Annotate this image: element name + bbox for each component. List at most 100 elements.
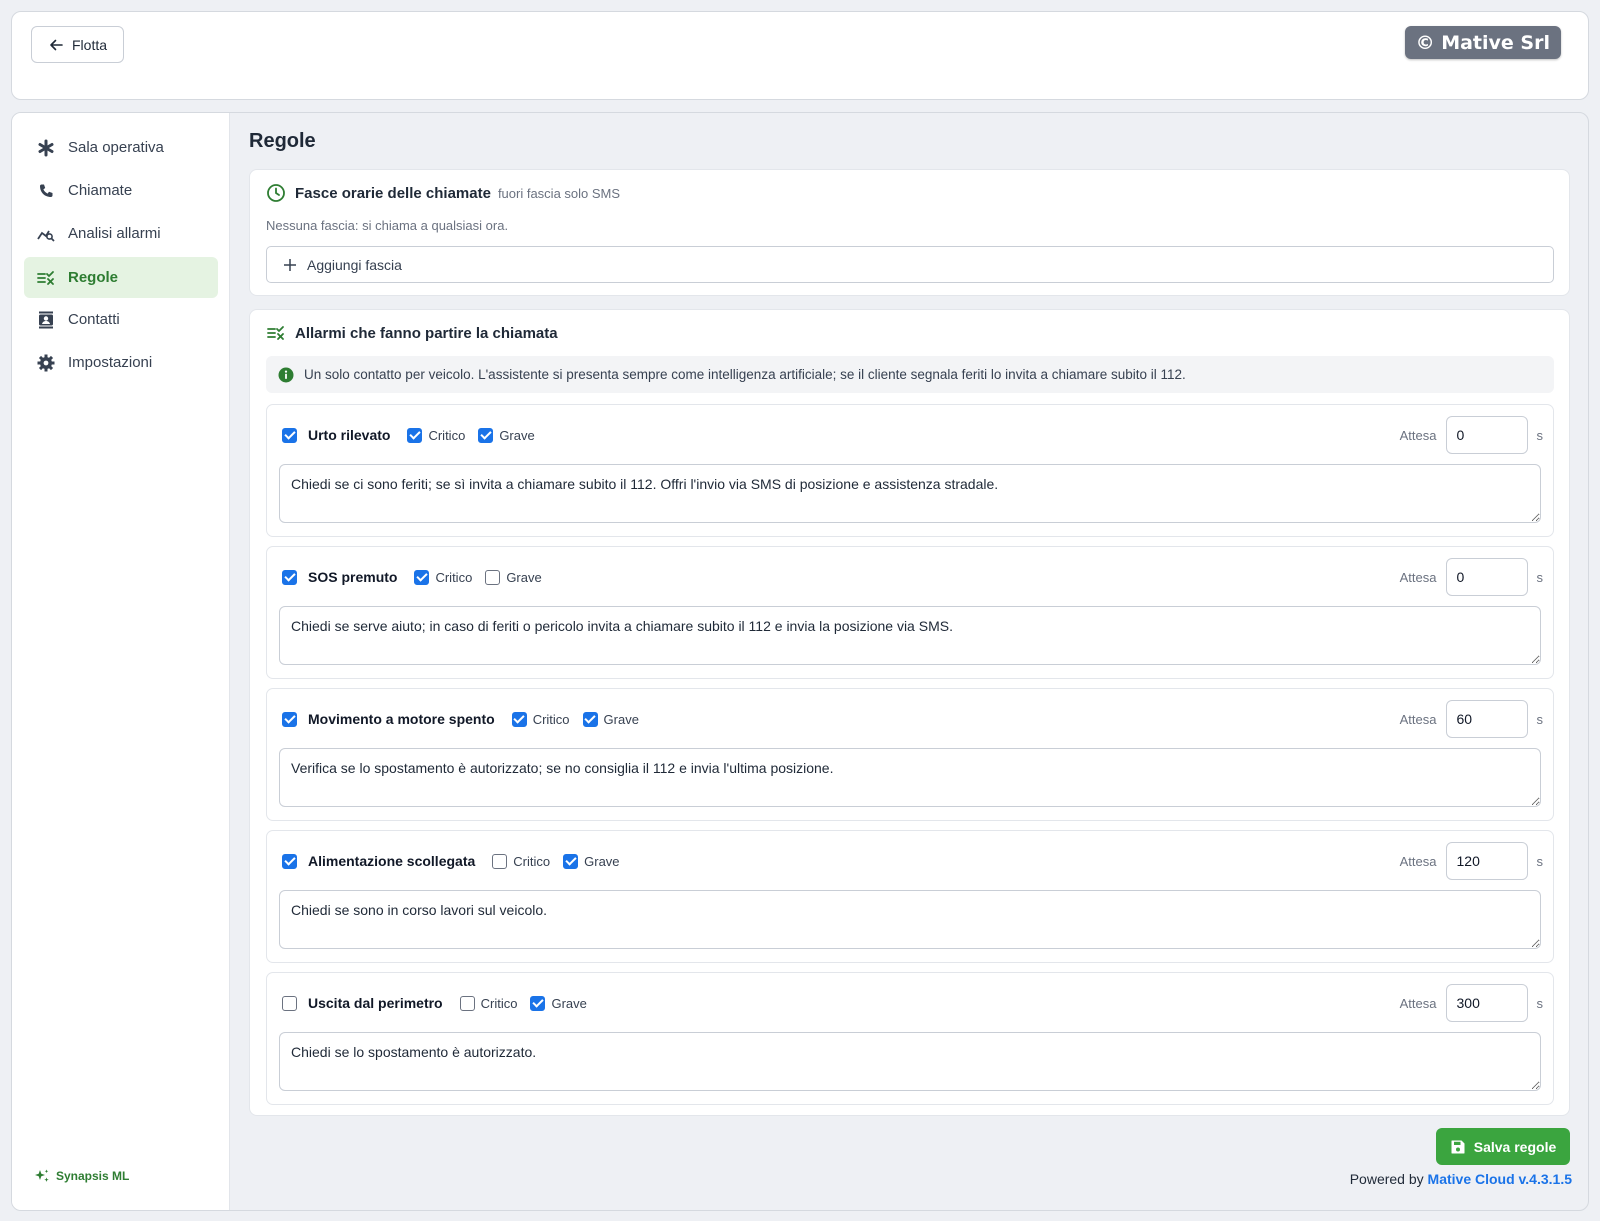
severe-option[interactable]: Grave <box>563 853 620 869</box>
critical-option-checkbox[interactable] <box>459 995 475 1011</box>
severe-option-checkbox[interactable] <box>478 427 494 443</box>
rule-enabled-checkbox[interactable] <box>282 711 297 727</box>
brand-label: Synapsis ML <box>56 1169 130 1183</box>
rule-enabled-checkbox[interactable] <box>282 995 297 1011</box>
alarm-rule-header: Urto rilevato Critico Grave <box>282 417 548 453</box>
alarm-rule-header: Uscita dal perimetro Critico Grave <box>282 985 600 1021</box>
severe-option-label: Grave <box>551 995 587 1011</box>
rule-instructions-textarea[interactable]: Chiedi se serve aiuto; in caso di feriti… <box>279 606 1541 665</box>
critical-option[interactable]: Critico <box>511 711 570 727</box>
rule-name: Alimentazione scollegata <box>308 853 476 869</box>
wait-seconds-input[interactable] <box>1445 558 1528 596</box>
rules-icon <box>267 326 284 340</box>
copyright-badge: © Mative Srl <box>1404 26 1561 59</box>
rule-enabled-checkbox[interactable] <box>282 427 297 443</box>
alarms-info-text: Un solo contatto per veicolo. L'assisten… <box>304 367 1186 382</box>
critical-option[interactable]: Critico <box>492 853 550 869</box>
severe-option[interactable]: Grave <box>530 995 587 1011</box>
rule-instructions-textarea[interactable]: Chiedi se sono in corso lavori sul veico… <box>279 890 1541 949</box>
top-bar: Flotta © Mative Srl <box>11 11 1589 100</box>
sidebar-item-label: Sala operativa <box>68 139 164 156</box>
arrow-left-icon <box>50 39 63 50</box>
severe-option-checkbox[interactable] <box>530 995 546 1011</box>
critical-option-checkbox[interactable] <box>492 853 508 869</box>
wait-seconds-input[interactable] <box>1445 416 1528 454</box>
wait-label: Attesa <box>1399 995 1437 1011</box>
wait-label: Attesa <box>1399 853 1437 869</box>
critical-option-checkbox[interactable] <box>407 427 423 443</box>
time-slots-subtitle: fuori fascia solo SMS <box>497 185 621 201</box>
severe-option-checkbox[interactable] <box>582 711 598 727</box>
gear-icon <box>37 354 55 371</box>
wait-group: Attesa s <box>1399 842 1543 880</box>
save-rules-label: Salva regole <box>1473 1138 1557 1155</box>
severe-option-label: Grave <box>584 853 620 869</box>
wait-group: Attesa s <box>1399 984 1544 1022</box>
rule-name: SOS premuto <box>308 569 398 585</box>
powered-by-prefix: Powered by <box>1349 1171 1424 1187</box>
critical-option[interactable]: Critico <box>407 427 466 443</box>
critical-option[interactable]: Critico <box>414 569 473 585</box>
critical-option-label: Critico <box>428 427 466 443</box>
wait-seconds-input[interactable] <box>1445 842 1528 880</box>
critical-option-label: Critico <box>480 995 518 1011</box>
rule-name: Movimento a motore spento <box>308 711 495 727</box>
rule-name: Uscita dal perimetro <box>308 995 443 1011</box>
sidebar-item-contatti[interactable]: Contatti <box>24 299 218 340</box>
critical-option-label: Critico <box>435 569 473 585</box>
sidebar-item-impostazioni[interactable]: Impostazioni <box>24 342 218 383</box>
sidebar-item-analisi-allarmi[interactable]: Analisi allarmi <box>24 213 218 254</box>
rules-icon <box>37 270 54 285</box>
alarm-rule-header: Movimento a motore spento Critico Grave <box>282 701 652 737</box>
save-rules-button[interactable]: Salva regole <box>1436 1128 1570 1165</box>
page-title: Regole <box>249 130 316 152</box>
wait-seconds-input[interactable] <box>1445 700 1528 738</box>
alarms-header: Allarmi che fanno partire la chiamata <box>266 323 558 343</box>
critical-option[interactable]: Critico <box>459 995 518 1011</box>
rule-instructions-textarea[interactable]: Chiedi se ci sono feriti; se sì invita a… <box>279 464 1541 523</box>
critical-option-checkbox[interactable] <box>414 569 430 585</box>
phone-icon <box>40 184 53 197</box>
floppy-disk-icon <box>1451 1140 1465 1153</box>
rule-enabled-checkbox[interactable] <box>282 853 297 869</box>
asterisk-icon <box>38 139 54 156</box>
wait-seconds-input[interactable] <box>1445 984 1528 1022</box>
sidebar-item-label: Impostazioni <box>68 354 153 371</box>
back-to-fleet-button[interactable]: Flotta <box>31 26 124 63</box>
wait-unit: s <box>1536 995 1544 1011</box>
sidebar-item-chiamate[interactable]: Chiamate <box>24 170 218 211</box>
alarm-rule-header: SOS premuto Critico Grave <box>282 559 555 595</box>
critical-option-checkbox[interactable] <box>511 711 527 727</box>
severe-option-checkbox[interactable] <box>485 569 501 585</box>
main-content: Regole Fasce orarie delle chiamate fuori… <box>231 113 1588 1210</box>
sidebar-item-regole[interactable]: Regole <box>24 257 218 298</box>
wait-group: Attesa s <box>1399 416 1543 454</box>
time-slots-title: Fasce orarie delle chiamate <box>295 184 491 202</box>
sidebar-item-label: Analisi allarmi <box>68 225 161 242</box>
wait-label: Attesa <box>1399 427 1437 443</box>
rule-instructions-textarea[interactable]: Verifica se lo spostamento è autorizzato… <box>279 748 1541 807</box>
powered-by: Powered by Mative Cloud v.4.3.1.5 <box>1350 1171 1572 1187</box>
severe-option-label: Grave <box>499 427 535 443</box>
analytics-icon <box>37 230 55 242</box>
alarms-title: Allarmi che fanno partire la chiamata <box>295 324 558 342</box>
back-button-label: Flotta <box>72 36 108 53</box>
add-time-slot-button[interactable]: Aggiungi fascia <box>266 246 1554 283</box>
severe-option-checkbox[interactable] <box>563 853 579 869</box>
app-shell: Sala operativa Chiamate Analisi allarmi <box>11 112 1589 1211</box>
time-slots-empty-text: Nessuna fascia: si chiama a qualsiasi or… <box>266 218 509 233</box>
rule-instructions-textarea[interactable]: Chiedi se lo spostamento è autorizzato. <box>279 1032 1541 1091</box>
alarm-rule-row: Uscita dal perimetro Critico Grave Attesa s C… <box>266 972 1554 1105</box>
severe-option[interactable]: Grave <box>485 569 542 585</box>
rule-enabled-checkbox[interactable] <box>282 569 297 585</box>
wait-unit: s <box>1536 569 1544 585</box>
synapsis-brand: Synapsis ML <box>34 1168 129 1184</box>
alarm-rule-header: Alimentazione scollegata Critico Grave <box>282 843 633 879</box>
sidebar: Sala operativa Chiamate Analisi allarmi <box>12 113 230 1210</box>
severe-option[interactable]: Grave <box>582 711 639 727</box>
severe-option-label: Grave <box>603 711 639 727</box>
plus-icon <box>284 258 296 271</box>
severe-option[interactable]: Grave <box>478 427 535 443</box>
sidebar-item-sala-operativa[interactable]: Sala operativa <box>24 127 218 168</box>
add-time-slot-label: Aggiungi fascia <box>307 256 402 273</box>
